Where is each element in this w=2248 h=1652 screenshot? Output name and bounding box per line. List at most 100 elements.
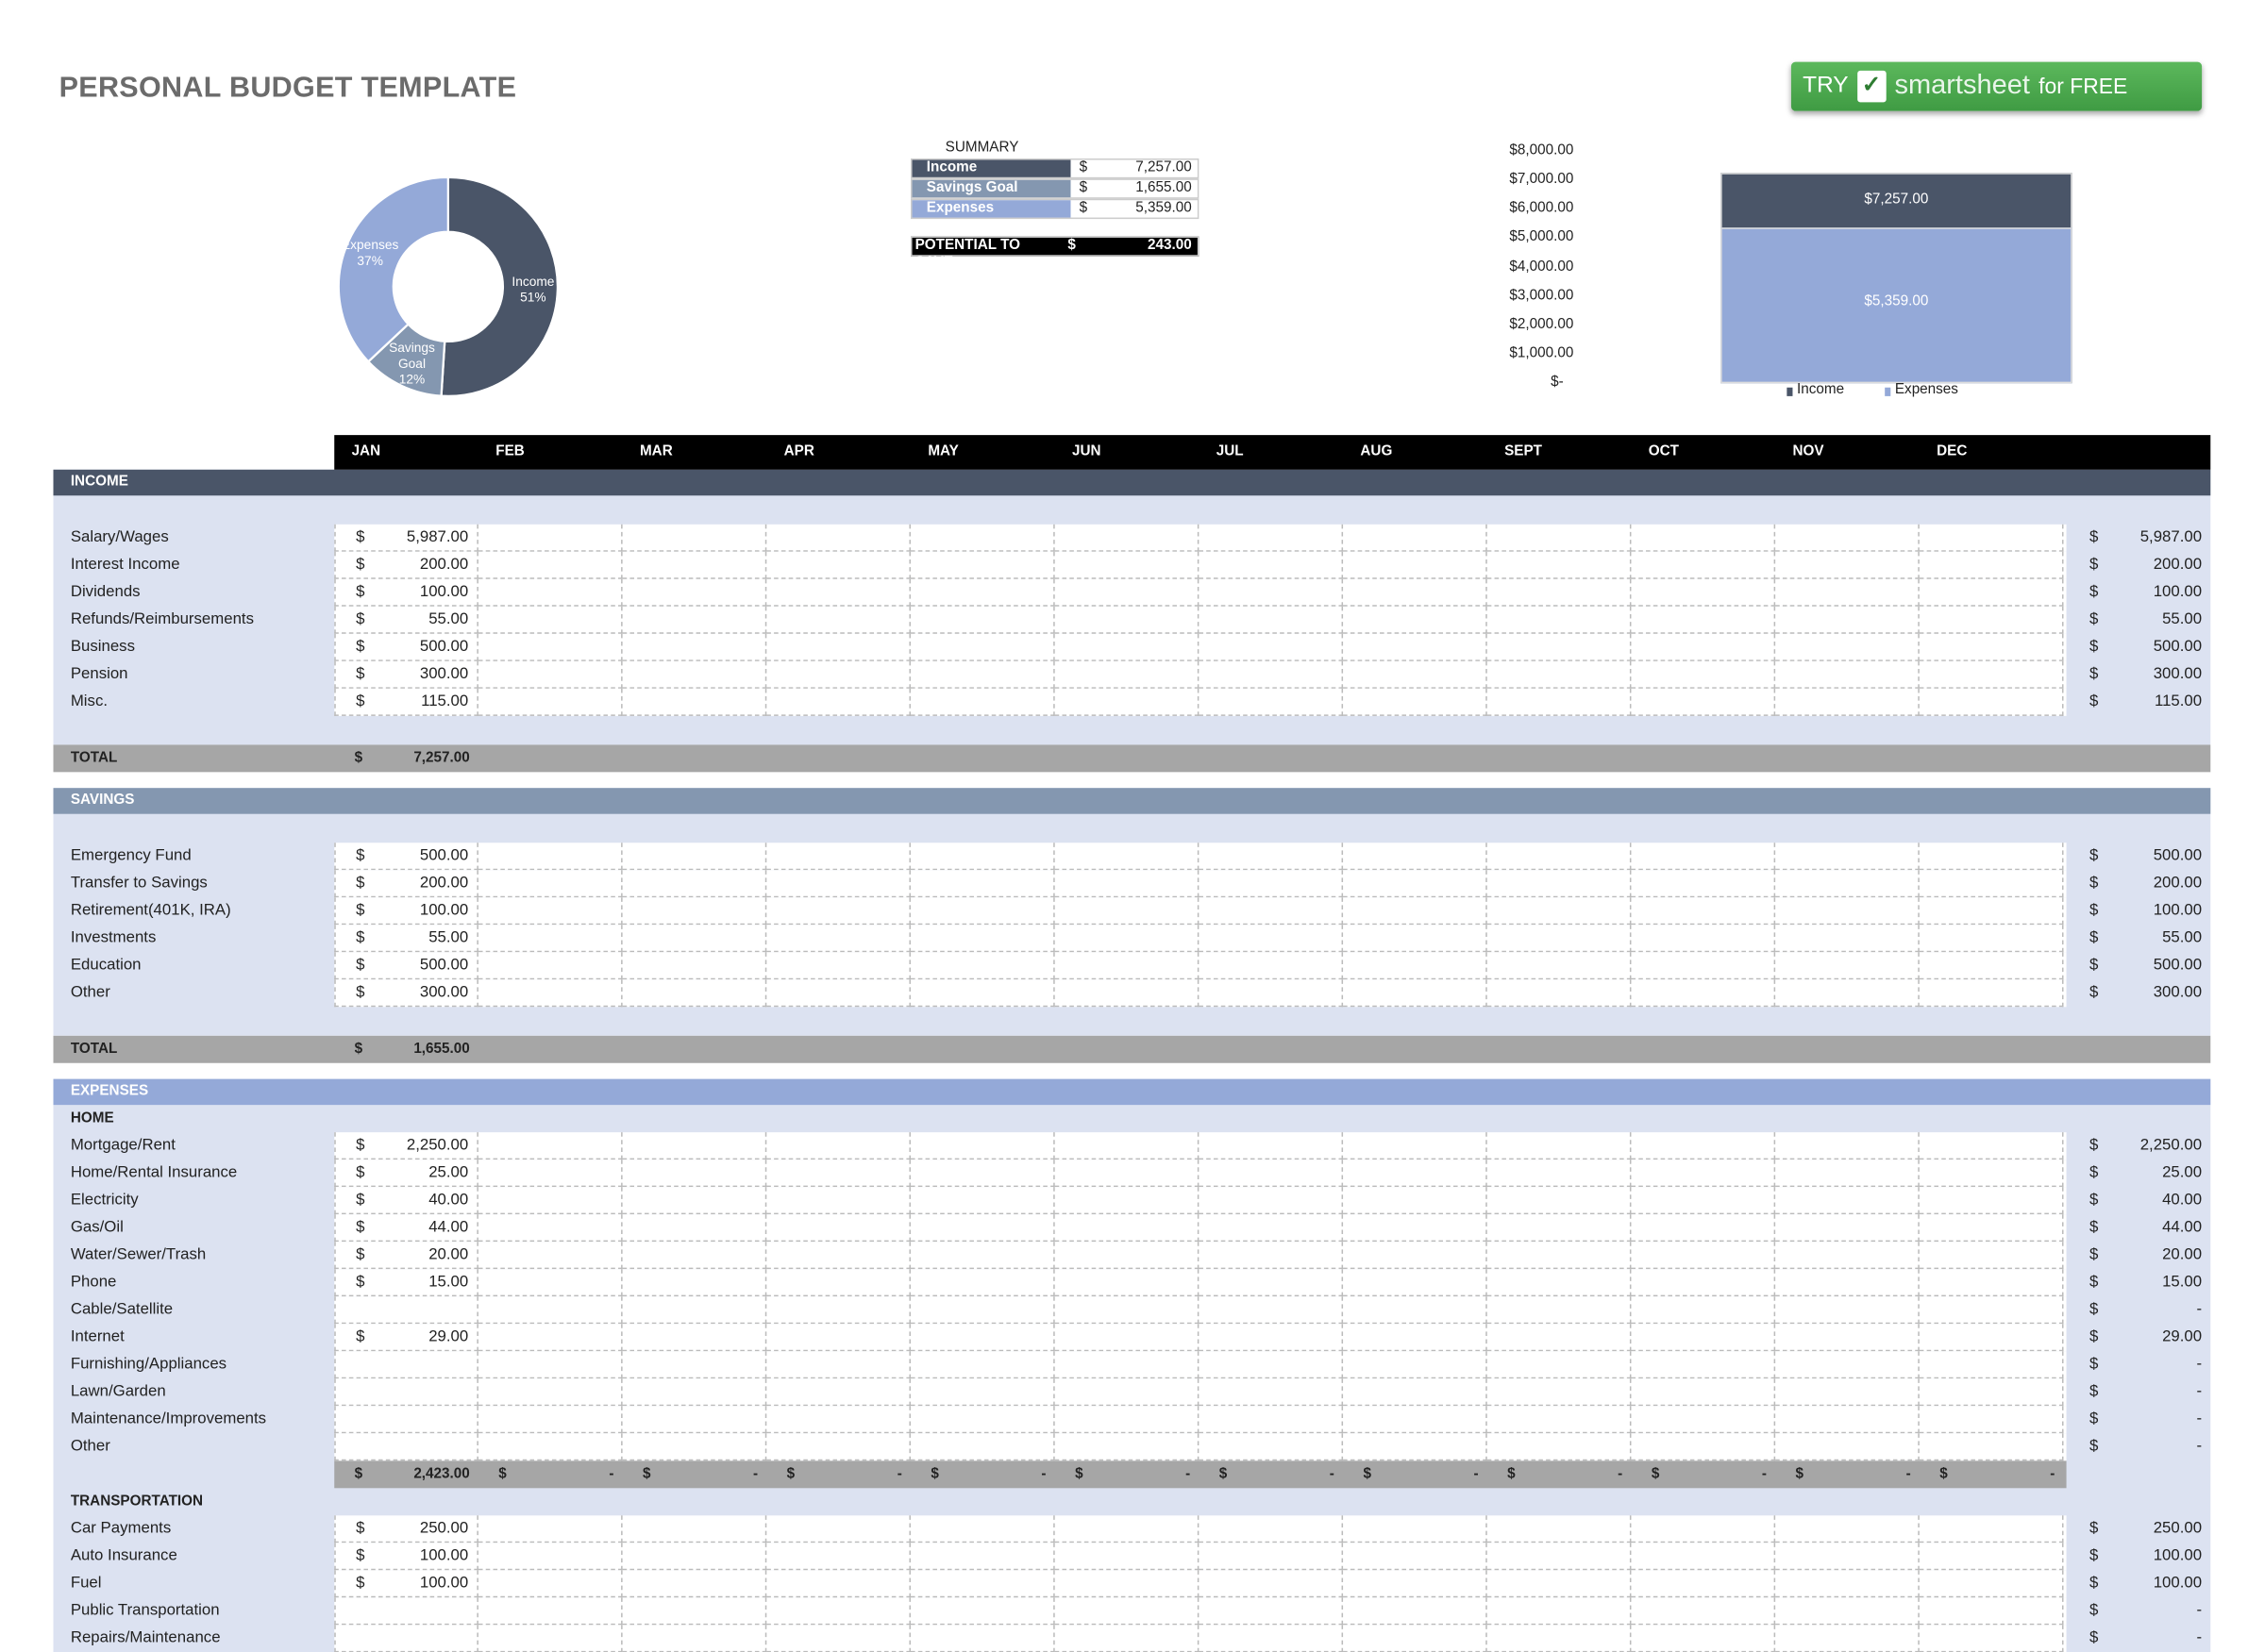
- cell-jan[interactable]: [334, 1296, 478, 1325]
- cell-jan[interactable]: $100.00: [334, 578, 478, 607]
- cell-feb[interactable]: [478, 1132, 623, 1160]
- cell-jul[interactable]: [1199, 1406, 1344, 1434]
- cell-mar[interactable]: [622, 1515, 767, 1544]
- cell-sept[interactable]: [1486, 578, 1632, 607]
- cell-oct[interactable]: [1631, 578, 1776, 607]
- cell-nov[interactable]: [1775, 1160, 1920, 1188]
- cell-mar[interactable]: [622, 524, 767, 552]
- cell-sept[interactable]: [1486, 551, 1632, 579]
- cell-may[interactable]: [911, 1570, 1055, 1598]
- cell-feb[interactable]: [478, 1570, 623, 1598]
- cell-dec[interactable]: [1919, 1597, 2064, 1626]
- cell-may[interactable]: [911, 1160, 1055, 1188]
- cell-aug[interactable]: [1343, 1570, 1487, 1598]
- cell-aug[interactable]: [1343, 952, 1487, 980]
- cell-aug[interactable]: [1343, 606, 1487, 634]
- cell-oct[interactable]: [1631, 1296, 1776, 1325]
- cell-dec[interactable]: [1919, 1269, 2064, 1297]
- cell-jul[interactable]: [1199, 1160, 1344, 1188]
- cell-may[interactable]: [911, 1625, 1055, 1652]
- cell-mar[interactable]: [622, 660, 767, 689]
- cell-apr[interactable]: [766, 1433, 912, 1461]
- cell-dec[interactable]: [1919, 1625, 2064, 1652]
- cell-oct[interactable]: [1631, 688, 1776, 716]
- cell-feb[interactable]: [478, 1543, 623, 1571]
- cell-aug[interactable]: [1343, 1242, 1487, 1270]
- try-smartsheet-button[interactable]: TRY ✓ smartsheet for FREE: [1790, 61, 2203, 111]
- cell-jan[interactable]: $500.00: [334, 633, 478, 661]
- cell-jan[interactable]: $100.00: [334, 897, 478, 926]
- cell-may[interactable]: [911, 578, 1055, 607]
- cell-dec[interactable]: [1919, 1543, 2064, 1571]
- cell-aug[interactable]: [1343, 1214, 1487, 1243]
- cell-jan[interactable]: $55.00: [334, 606, 478, 634]
- cell-aug[interactable]: [1343, 870, 1487, 898]
- cell-dec[interactable]: [1919, 633, 2064, 661]
- cell-dec[interactable]: [1919, 1324, 2064, 1352]
- cell-aug[interactable]: [1343, 1132, 1487, 1160]
- cell-jun[interactable]: [1054, 1187, 1199, 1215]
- cell-feb[interactable]: [478, 1625, 623, 1652]
- cell-feb[interactable]: [478, 870, 623, 898]
- cell-sept[interactable]: [1486, 524, 1632, 552]
- cell-dec[interactable]: [1919, 1296, 2064, 1325]
- cell-dec[interactable]: [1919, 1214, 2064, 1243]
- cell-oct[interactable]: [1631, 1242, 1776, 1270]
- cell-jan[interactable]: $40.00: [334, 1187, 478, 1215]
- cell-nov[interactable]: [1775, 952, 1920, 980]
- cell-may[interactable]: [911, 925, 1055, 953]
- cell-sept[interactable]: [1486, 1132, 1632, 1160]
- cell-may[interactable]: [911, 1406, 1055, 1434]
- cell-jul[interactable]: [1199, 578, 1344, 607]
- cell-apr[interactable]: [766, 925, 912, 953]
- cell-aug[interactable]: [1343, 1406, 1487, 1434]
- cell-jul[interactable]: [1199, 1378, 1344, 1407]
- cell-apr[interactable]: [766, 1351, 912, 1379]
- cell-apr[interactable]: [766, 1597, 912, 1626]
- cell-may[interactable]: [911, 1242, 1055, 1270]
- cell-jan[interactable]: $5,987.00: [334, 524, 478, 552]
- cell-jun[interactable]: [1054, 1570, 1199, 1598]
- cell-feb[interactable]: [478, 1269, 623, 1297]
- cell-may[interactable]: [911, 843, 1055, 871]
- cell-jan[interactable]: [334, 1378, 478, 1407]
- cell-jan[interactable]: $250.00: [334, 1515, 478, 1544]
- cell-mar[interactable]: [622, 1570, 767, 1598]
- cell-jun[interactable]: [1054, 1324, 1199, 1352]
- cell-jun[interactable]: [1054, 524, 1199, 552]
- cell-sept[interactable]: [1486, 1160, 1632, 1188]
- cell-oct[interactable]: [1631, 1406, 1776, 1434]
- cell-sept[interactable]: [1486, 1406, 1632, 1434]
- cell-jun[interactable]: [1054, 551, 1199, 579]
- cell-oct[interactable]: [1631, 1543, 1776, 1571]
- cell-aug[interactable]: [1343, 925, 1487, 953]
- cell-jul[interactable]: [1199, 1324, 1344, 1352]
- cell-apr[interactable]: [766, 1214, 912, 1243]
- cell-jul[interactable]: [1199, 1269, 1344, 1297]
- cell-oct[interactable]: [1631, 551, 1776, 579]
- cell-nov[interactable]: [1775, 1296, 1920, 1325]
- cell-jun[interactable]: [1054, 633, 1199, 661]
- cell-oct[interactable]: [1631, 633, 1776, 661]
- cell-jul[interactable]: [1199, 1543, 1344, 1571]
- cell-feb[interactable]: [478, 1378, 623, 1407]
- cell-apr[interactable]: [766, 633, 912, 661]
- cell-may[interactable]: [911, 606, 1055, 634]
- cell-sept[interactable]: [1486, 688, 1632, 716]
- cell-apr[interactable]: [766, 1406, 912, 1434]
- cell-apr[interactable]: [766, 1296, 912, 1325]
- cell-jun[interactable]: [1054, 1269, 1199, 1297]
- cell-jul[interactable]: [1199, 897, 1344, 926]
- cell-dec[interactable]: [1919, 870, 2064, 898]
- total-jan[interactable]: $7,257.00: [334, 744, 478, 772]
- cell-jan[interactable]: $500.00: [334, 843, 478, 871]
- cell-sept[interactable]: [1486, 1433, 1632, 1461]
- cell-jul[interactable]: [1199, 1433, 1344, 1461]
- cell-nov[interactable]: [1775, 1132, 1920, 1160]
- cell-feb[interactable]: [478, 1351, 623, 1379]
- cell-mar[interactable]: [622, 1351, 767, 1379]
- cell-nov[interactable]: [1775, 897, 1920, 926]
- cell-apr[interactable]: [766, 1570, 912, 1598]
- cell-apr[interactable]: [766, 524, 912, 552]
- cell-jan[interactable]: $25.00: [334, 1160, 478, 1188]
